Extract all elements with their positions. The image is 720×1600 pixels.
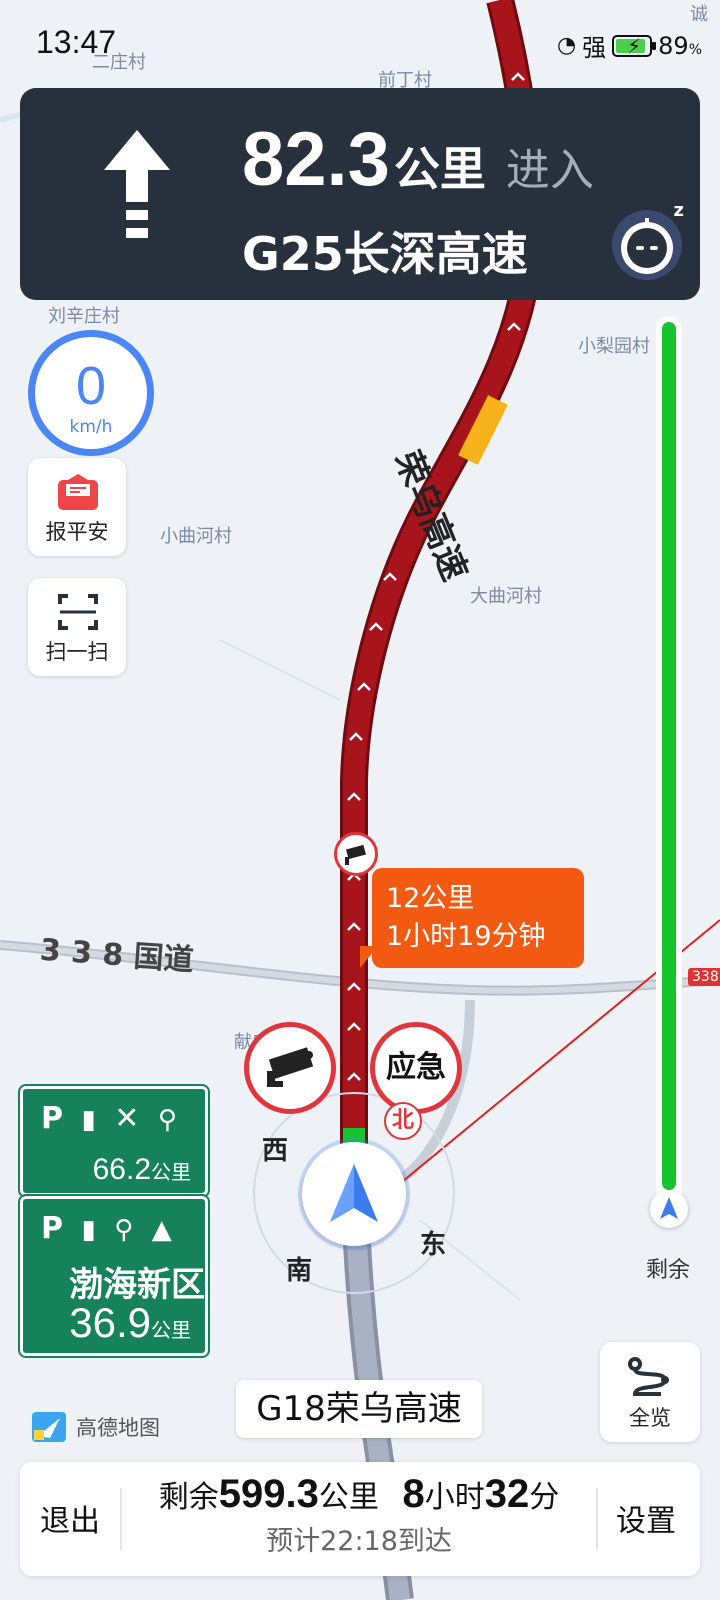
trip-summary[interactable]: 剩余599.3公里 8小时32分 预计22:18到达 [122,1472,596,1558]
map-label-village: 大曲河村 [470,586,542,607]
map-label-village: 刘辛庄村 [48,306,120,327]
vehicle-position-icon [302,1142,406,1246]
route-overview-button[interactable]: 全览 [600,1342,700,1442]
traffic-jam-bubble[interactable]: 12公里 1小时19分钟 [372,868,584,968]
turn-guidance-panel[interactable]: 82.3 公里 进入 G25长深高速 z [20,88,700,300]
current-road-name: G18荣乌高速 [236,1380,482,1438]
guide-distance-value: 82.3 [242,117,390,202]
compass-east: 东 [420,1230,447,1260]
guide-distance: 82.3 公里 进入 [242,116,594,203]
shopping-icon: ▲ [151,1215,176,1245]
scan-icon [58,594,98,630]
progress-remain-label: 剩余 [646,1258,691,1283]
parking-icon: P [41,1211,67,1246]
status-indicators: ◔ 强 ⚡ 89% [557,28,702,63]
divider [596,1488,598,1550]
overview-label: 全览 [629,1406,671,1430]
north-indicator: 北 [384,1102,422,1140]
status-time: 13:47 [36,24,117,60]
signal-icon: ◔ [556,33,577,58]
assistant-sleep-badge: z [673,200,684,221]
route-overview-icon [628,1357,669,1396]
remaining-distance: 599.3 [218,1472,319,1516]
parking-icon: P [41,1101,67,1136]
report-safe-button[interactable]: 报平安 [28,458,126,556]
gas-station-icon: ▮ [81,1105,100,1135]
exit-sign[interactable]: P ▮ ⚲ ▲ 渤海新区 36.9公里 [18,1194,210,1358]
restaurant-icon: ✕ [114,1101,144,1136]
road-badge: 338 [688,968,720,986]
remaining-hours: 8 [402,1472,425,1516]
guide-action: 进入 [505,145,594,196]
compass-south: 南 [286,1256,313,1286]
restroom-icon: ⚲ [157,1105,181,1135]
battery-icon: ⚡ [612,34,657,58]
remaining-summary: 剩余599.3公里 8小时32分 [158,1472,560,1516]
scan-button[interactable]: 扫一扫 [28,578,126,676]
remaining-minutes: 32 [484,1472,530,1516]
progress-position-icon [650,1190,688,1228]
route-progress-fill [662,322,676,1190]
amap-logo-icon [32,1412,66,1442]
exit-distance: 36.9公里 [69,1299,191,1346]
eta: 预计22:18到达 [266,1526,452,1557]
compass-west: 西 [262,1136,289,1166]
voice-assistant-icon[interactable]: z [612,200,684,280]
camera-marker-small[interactable] [334,832,378,876]
gas-station-icon: ▮ [81,1215,100,1245]
navigation-bottom-bar: 退出 剩余599.3公里 8小时32分 预计22:18到达 设置 [20,1462,700,1576]
north-label: 北 [391,1108,414,1133]
amap-logo: 高德地图 [30,1408,160,1446]
straight-arrow-icon [104,130,170,238]
settings-button[interactable]: 设置 [616,1496,676,1540]
camera-icon [267,1047,314,1087]
service-area-distance: 66.2公里 [92,1153,191,1186]
service-amenities: P ▮ ✕ ⚲ [23,1089,205,1147]
exit-amenities: P ▮ ⚲ ▲ [23,1199,205,1257]
map-label-village: 小梨园村 [578,336,650,357]
restroom-icon: ⚲ [114,1215,138,1245]
signal-strength: 强 [582,34,607,62]
jam-duration: 1小时19分钟 [386,921,546,952]
report-safe-label: 报平安 [45,520,109,544]
service-area-sign[interactable]: P ▮ ✕ ⚲ 66.2公里 [18,1084,210,1198]
speedometer: 0 km/h [28,330,154,456]
exit-navigation-button[interactable]: 退出 [40,1496,100,1540]
speed-value: 0 [75,356,107,416]
speed-unit: km/h [69,417,113,437]
guide-distance-unit: 公里 [393,142,486,196]
battery-level: 89% [658,31,702,60]
guide-road-name: G25长深高速 [242,227,528,281]
route-progress-bar [650,316,688,1228]
map-label-village: 小曲河村 [160,526,232,547]
brand-name: 高德地图 [76,1416,160,1440]
emergency-lane-marker[interactable]: 应急 [370,1022,462,1114]
status-bar: 13:47 ◔ 强 ⚡ 89% [0,0,720,88]
emergency-label: 应急 [386,1050,446,1085]
envelope-icon [58,474,98,510]
camera-icon [345,844,366,865]
scan-label: 扫一扫 [45,640,109,664]
camera-marker[interactable] [244,1022,336,1114]
jam-distance: 12公里 [386,883,475,914]
